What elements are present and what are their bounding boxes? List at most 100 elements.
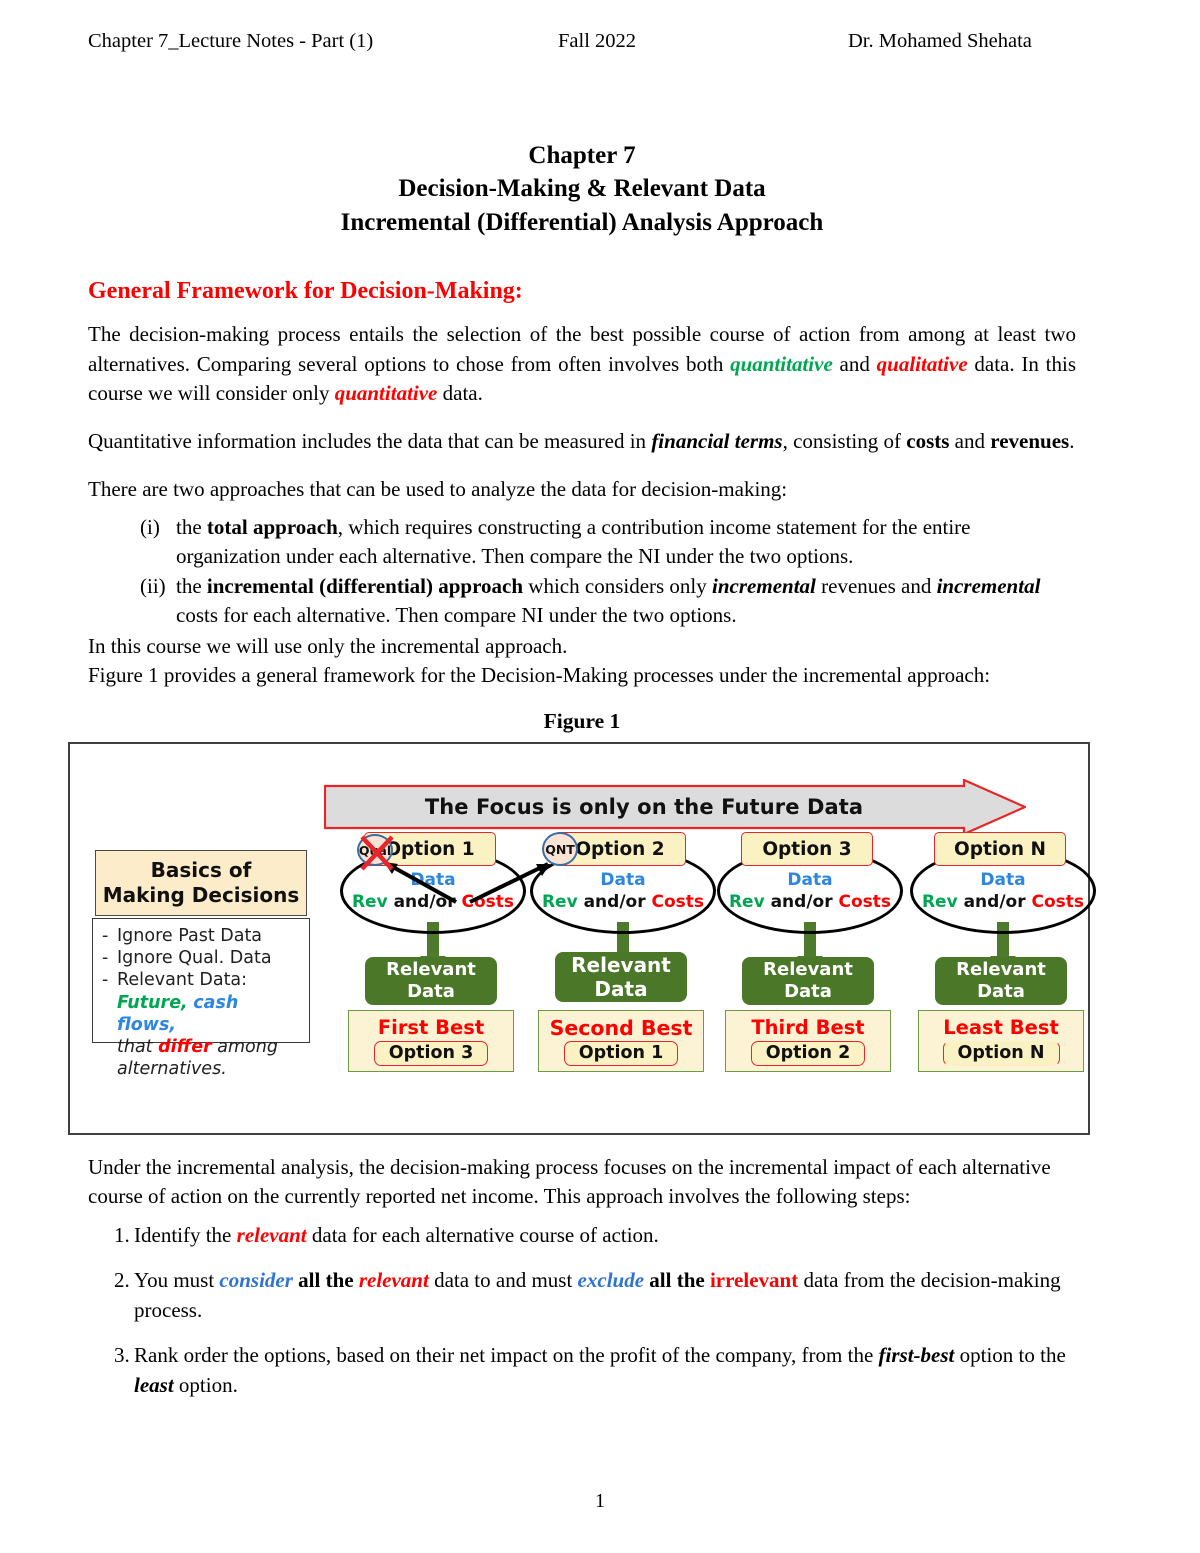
p1-qualitative: qualitative — [876, 351, 968, 376]
ellipse-costs-3: Costs — [838, 892, 892, 913]
step-text-3: Rank order the options, based on their n… — [134, 1341, 1076, 1400]
pick-option-n[interactable]: Option N — [942, 1040, 1060, 1066]
step-1-a: Identify the — [134, 1222, 237, 1247]
page-number: 1 — [595, 1490, 605, 1512]
step-marker-2: 2. — [114, 1268, 130, 1293]
p2-revenues: revenues — [990, 429, 1070, 454]
relevant-data-box-2: Relevant Data — [555, 952, 687, 1002]
step-1-b: data for each alternative course of acti… — [306, 1222, 659, 1247]
approach-item-incremental: (ii) the incremental (differential) appr… — [88, 572, 1076, 630]
p2-costs: costs — [906, 429, 950, 454]
option-column-2: Option 2 Data Rev and/or Costs Relevant … — [528, 744, 728, 1133]
step-2-relevant: relevant — [358, 1268, 429, 1293]
step-text-1: Identify the relevant data for each alte… — [134, 1221, 1076, 1250]
basics-title-line2: Making Decisions — [102, 883, 300, 907]
basics-of-decisions-header: Basics of Making Decisions — [95, 850, 307, 916]
relevant-data-box-3: Relevant Data — [742, 957, 874, 1005]
basics-detail-among: among — [211, 1037, 278, 1058]
relevant-line2-2: Data — [594, 977, 648, 1001]
page-header: Chapter 7_Lecture Notes - Part (1) Fall … — [88, 30, 1076, 54]
title-line-approach: Incremental (Differential) Analysis Appr… — [340, 208, 824, 236]
p2-part-c: and — [949, 429, 991, 454]
dash-marker-0: - — [102, 926, 109, 946]
ellipse-rev-n: Rev — [921, 892, 958, 913]
rank-label-2: Second Best — [549, 1015, 693, 1040]
basics-detail-line3: alternatives. — [117, 1059, 227, 1080]
basics-bullet-2: - Relevant Data: — [102, 969, 303, 991]
dash-marker-2: - — [102, 970, 109, 991]
step-2-exclude: exclude — [577, 1268, 645, 1293]
relevant-line1-2: Relevant — [571, 952, 671, 977]
qnt-circle-label: QNT — [545, 841, 575, 857]
pick-option-3[interactable]: Option 2 — [750, 1040, 866, 1066]
paragraph-quantitative-info: Quantitative information includes the da… — [88, 427, 1076, 457]
ellipse-revcost-3: Rev and/or Costs — [717, 891, 903, 913]
basics-bullet-0: - Ignore Past Data — [102, 925, 303, 947]
basics-detail-future: Future, — [117, 992, 188, 1013]
pick-option-2[interactable]: Option 1 — [563, 1041, 679, 1067]
option-column-1: Option 1 Data Rev and/or Costs Relevant … — [338, 744, 538, 1133]
approach-1-c: revenues and — [815, 573, 937, 598]
title-line-subject: Decision-Making & Relevant Data — [398, 175, 766, 203]
p2-financial-terms: financial terms — [651, 429, 783, 454]
basics-of-decisions-body: - Ignore Past Data - Ignore Qual. Data - Re… — [92, 918, 310, 1079]
step-marker-3: 3. — [114, 1343, 130, 1368]
step-text-2: You must consider all the relevant data … — [134, 1266, 1076, 1325]
relevant-line2-1: Data — [407, 981, 455, 1002]
approach-text-incremental: the incremental (differential) approach … — [176, 572, 1076, 630]
paragraph-decision-process: The decision-making process entails the … — [88, 320, 1076, 409]
relevant-line1-1: Relevant — [386, 959, 476, 981]
header-instructor-label: Dr. Mohamed Shehata — [848, 30, 1032, 52]
pick-option-1[interactable]: Option 3 — [373, 1040, 489, 1066]
dash-marker-1: - — [102, 948, 109, 969]
basics-detail-line2: that differ among — [102, 1036, 303, 1058]
step-2-c: data to and must — [428, 1268, 578, 1293]
page-content: Chapter 7_Lecture Notes - Part (1) Fall … — [68, 30, 1096, 1416]
after-approaches-note: In this course we will use only the incr… — [88, 633, 568, 658]
step-2-d: all the — [644, 1268, 710, 1293]
basics-bullet-text-1: Ignore Qual. Data — [117, 948, 272, 969]
step-2-b: all the — [292, 1268, 359, 1293]
figure-1-diagram: The Focus is only on the Future Data Qua… — [68, 742, 1096, 1135]
paragraph-two-approaches: There are two approaches that can be use… — [88, 477, 788, 502]
step-marker-1: 1. — [114, 1222, 130, 1247]
steps-list: 1. Identify the relevant data for each a… — [88, 1221, 1076, 1400]
p1-quantitative-2: quantitative — [334, 381, 438, 406]
relevant-data-box-1: Relevant Data — [365, 957, 497, 1005]
approach-item-total: (i) the total approach, which requires c… — [88, 513, 1076, 571]
relevant-line1-3: Relevant — [763, 959, 853, 981]
option-tab-n[interactable]: Option N — [934, 832, 1066, 866]
step-3-a: Rank order the options, based on their n… — [134, 1343, 879, 1368]
result-box-3: Third Best Option 2 — [725, 1010, 891, 1072]
approach-marker-ii: (ii) — [140, 573, 166, 598]
relevant-line2-3: Data — [784, 981, 832, 1002]
rank-label-n: Least Best — [943, 1016, 1059, 1040]
approach-1-b: which considers only — [523, 573, 713, 598]
approach-text-total: the total approach, which requires const… — [176, 513, 1076, 571]
relevant-line2-n: Data — [977, 981, 1025, 1002]
approach-1-it2: incremental — [936, 573, 1041, 598]
step-2-consider: consider — [219, 1268, 293, 1293]
section-heading: General Framework for Decision-Making: — [88, 278, 523, 305]
ellipse-andor-n: and/or — [957, 892, 1032, 913]
approaches-list: (i) the total approach, which requires c… — [88, 513, 1076, 630]
option-tab-3[interactable]: Option 3 — [741, 832, 873, 866]
header-course-label: Chapter 7_Lecture Notes - Part (1) — [88, 30, 374, 52]
basics-bullet-text-0: Ignore Past Data — [117, 926, 263, 946]
ellipse-andor-3: and/or — [764, 892, 839, 913]
paragraph-after-figure: Under the incremental analysis, the deci… — [88, 1155, 1051, 1208]
step-item-3: 3. Rank order the options, based on thei… — [88, 1341, 1076, 1400]
ellipse-labels-3: Data Rev and/or Costs — [717, 869, 903, 913]
result-box-1: First Best Option 3 — [348, 1010, 514, 1072]
p2-part-d: . — [1069, 429, 1075, 454]
result-box-n: Least Best Option N — [918, 1010, 1084, 1072]
p2-part-a: Quantitative information includes the da… — [88, 429, 652, 454]
approach-marker-i: (i) — [140, 514, 160, 539]
ellipse-costs-2: Costs — [651, 892, 705, 913]
document-title: Chapter 7 Decision-Making & Relevant Dat… — [88, 139, 1076, 240]
qualitative-excluded-icon: Qual — [357, 834, 394, 871]
p1-part-d: data. — [437, 381, 483, 406]
step-2-irrelevant: irrelevant — [709, 1268, 799, 1293]
title-line-chapter: Chapter 7 — [528, 141, 636, 169]
approach-1-a: the — [176, 573, 207, 598]
